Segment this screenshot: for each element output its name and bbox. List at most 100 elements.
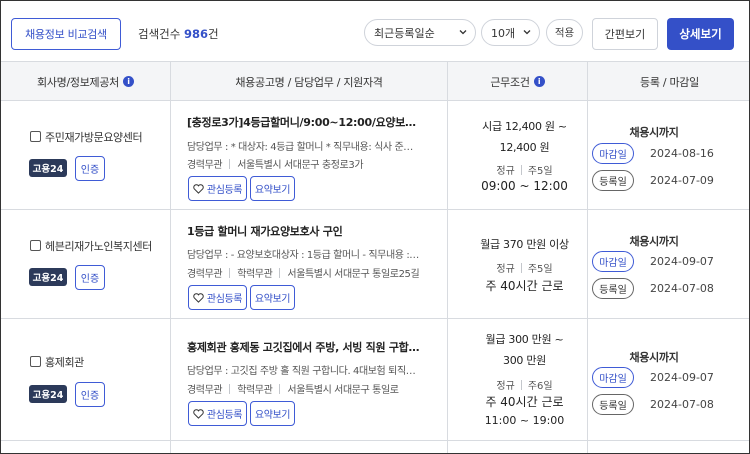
table-row [1,319,749,441]
apply-button[interactable]: 적용 [546,19,583,46]
column-header-dates-label: 등록 / 마감일 [640,75,699,89]
deadline-date: 2024-09-07 [650,255,714,268]
posting-duty: 담당업무 : * 대상자: 4등급 할머니 * 직무내용: 식사 준비, 청소 [187,142,422,153]
work-days: 주5일 [527,264,553,275]
posting-title[interactable]: 홍제회관 홍제동 고깃집에서 주방, 서빙 직원 구합니다. [187,339,422,355]
favorite-button[interactable]: 관심등록 [188,285,247,310]
compare-search-button[interactable]: 채용정보 비교검색 [11,18,121,50]
employment-meta: 정규 주6일 [455,377,594,392]
registered-pill: 등록일 [592,394,634,415]
column-header-conditions-label: 근무조건 [490,75,530,89]
heart-icon [193,408,204,419]
work-days: 주6일 [527,381,553,392]
work-location: 서울특별시 서대문구 충정로3가 [237,160,364,171]
table-header: 회사명/정보제공처 i 채용공고명 / 담당업무 / 지원자격 근무조건 i 등… [1,61,749,101]
summary-button[interactable]: 요약보기 [250,401,295,426]
qualification-education: 학력무관 [237,385,273,396]
company-name[interactable]: 헤븐리재가노인복지센터 [45,238,152,254]
source-badge: 고용24 [29,385,67,403]
work-hours: 주 40시간 근로 [485,279,564,293]
favorite-button[interactable]: 관심등록 [188,401,247,426]
deadline-pill: 마감일 [592,143,634,164]
chevron-down-icon [523,30,531,35]
source-badge: 고용24 [29,159,67,177]
posting-meta: 경력무관 서울특별시 서대문구 충정로3가 [187,156,364,171]
meta-divider [520,262,522,273]
meta-divider [279,267,281,278]
registered-pill: 등록일 [592,170,634,191]
pay-line: 12,400 원 [499,141,550,154]
meta-divider [279,383,281,394]
qualification-career: 경력무관 [187,160,223,171]
deadline-date: 2024-08-16 [650,147,714,160]
page-size-select-value: 10개 [491,26,516,40]
search-count: 검색건수 986건 [138,26,219,42]
row-checkbox[interactable] [30,240,41,251]
registered-date: 2024-07-08 [650,398,714,411]
employment-type: 정규 [496,166,515,177]
work-days: 주5일 [527,166,553,177]
meta-divider [520,164,522,175]
pay-line: 시급 12,400 원 ~ [482,120,567,133]
meta-divider [229,383,231,394]
column-header-company: 회사명/정보제공처 i [1,62,170,101]
favorite-button-label: 관심등록 [206,185,243,196]
row-checkbox[interactable] [30,131,41,142]
favorite-button-label: 관심등록 [206,410,243,421]
registered-date: 2024-07-08 [650,282,714,295]
summary-button[interactable]: 요약보기 [250,285,295,310]
toolbar: 채용정보 비교검색 검색건수 986건 최근등록일순 10개 적용 간편보기 상… [1,1,749,61]
employment-meta: 정규 주5일 [455,162,594,177]
source-badge: 고용24 [29,268,67,286]
qualification-education: 학력무관 [237,269,273,280]
sort-select-value: 최근등록일순 [374,26,435,40]
cert-badge: 인증 [75,382,105,407]
sort-select[interactable]: 최근등록일순 [364,19,476,46]
search-count-value: 986 [183,27,208,41]
recruit-until: 채용시까지 [629,126,679,139]
pay-line: 월급 370 만원 이상 [480,238,569,251]
deadline-pill: 마감일 [592,251,634,272]
detail-view-button[interactable]: 상세보기 [667,18,734,50]
pay-line: 월급 300 만원 ~ [485,333,564,346]
chevron-down-icon [459,30,467,35]
company-name[interactable]: 주민재가방문요양센터 [45,129,143,145]
registered-pill: 등록일 [592,278,634,299]
recruit-until: 채용시까지 [629,235,679,248]
info-icon[interactable]: i [533,76,545,87]
meta-divider [229,267,231,278]
deadline-pill: 마감일 [592,367,634,388]
search-count-label: 검색건수 [138,27,181,41]
posting-meta: 경력무관 학력무관 서울특별시 서대문구 통일로25길 [187,265,420,280]
posting-title[interactable]: 1등급 할머니 재가요양보호사 구인 [187,223,422,239]
cert-badge: 인증 [75,265,105,290]
column-header-posting-label: 채용공고명 / 담당업무 / 지원자격 [235,75,383,89]
meta-divider [229,158,231,169]
qualification-career: 경력무관 [187,269,223,280]
company-name[interactable]: 홍제회관 [45,354,84,370]
heart-icon [193,183,204,194]
column-header-dates: 등록 / 마감일 [588,62,749,101]
posting-duty: 담당업무 : - 요양보호대상자 : 1등급 할머니 - 직무내용 : 식사 보… [187,250,422,261]
deadline-date: 2024-09-07 [650,371,714,384]
qualification-career: 경력무관 [187,385,223,396]
row-checkbox[interactable] [30,356,41,367]
page-size-select[interactable]: 10개 [481,19,540,46]
meta-divider [520,379,522,390]
employment-type: 정규 [496,264,515,275]
column-header-posting: 채용공고명 / 담당업무 / 지원자격 [171,62,447,101]
pay-line: 300 만원 [503,354,546,367]
posting-title[interactable]: [충정로3가]4등급할머니/9:00~12:00/요양보호사 구인 [187,114,422,130]
summary-button[interactable]: 요약보기 [250,176,295,201]
favorite-button-label: 관심등록 [206,294,243,305]
info-icon[interactable]: i [122,76,134,87]
simple-view-button[interactable]: 간편보기 [592,18,658,50]
job-list-frame: 채용정보 비교검색 검색건수 986건 최근등록일순 10개 적용 간편보기 상… [0,0,750,454]
work-hours: 09:00 ~ 12:00 [481,179,568,193]
favorite-button[interactable]: 관심등록 [188,176,247,201]
posting-meta: 경력무관 학력무관 서울특별시 서대문구 통일로 [187,381,399,396]
cert-badge: 인증 [75,156,105,181]
employment-meta: 정규 주5일 [455,260,594,275]
recruit-until: 채용시까지 [629,351,679,364]
work-time-range: 11:00 ~ 19:00 [484,414,565,427]
